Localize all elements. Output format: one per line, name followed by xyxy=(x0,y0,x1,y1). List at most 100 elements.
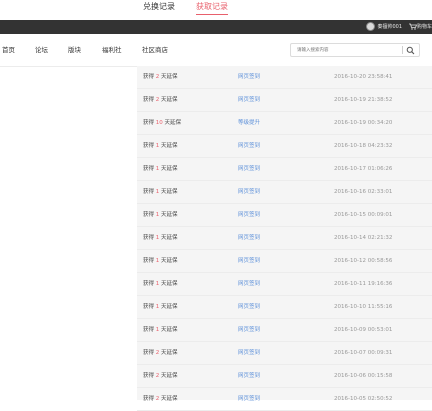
nav-forum[interactable]: 论坛 xyxy=(35,44,48,56)
reward-source-link[interactable]: 网页签到 xyxy=(238,142,260,150)
reward-suffix: 天延保 xyxy=(162,120,181,126)
cart-link[interactable]: 购物车 xyxy=(408,22,432,32)
search-icon[interactable] xyxy=(406,46,415,55)
reward-prefix: 获得 xyxy=(143,235,156,241)
reward-prefix: 获得 xyxy=(143,350,156,356)
reward-suffix: 天延保 xyxy=(159,189,178,195)
reward-source-link[interactable]: 网页签到 xyxy=(238,73,260,81)
reward-time: 2016-10-07 00:09:31 xyxy=(334,350,393,356)
reward-source-link[interactable]: 网页签到 xyxy=(238,395,260,403)
reward-text: 获得 1 天延保 xyxy=(143,303,178,311)
main-nav: 首页 论坛 版块 福利社 社区商店 xyxy=(0,34,432,67)
table-row: 获得 2 天延保 网页签到 2016-10-20 23:58:41 xyxy=(137,66,432,89)
reward-suffix: 天延保 xyxy=(159,258,178,264)
reward-suffix: 天延保 xyxy=(159,97,178,103)
table-row: 获得 2 天延保 网页签到 2016-10-07 00:09:31 xyxy=(137,342,432,365)
reward-source-link[interactable]: 网页签到 xyxy=(238,349,260,357)
table-row: 获得 1 天延保 网页签到 2016-10-15 00:09:01 xyxy=(137,204,432,227)
table-row: 获得 1 天延保 网页签到 2016-10-17 01:06:26 xyxy=(137,158,432,181)
table-row: 获得 1 天延保 网页签到 2016-10-12 00:58:56 xyxy=(137,250,432,273)
reward-suffix: 天延保 xyxy=(159,350,178,356)
reward-source-link[interactable]: 等级提升 xyxy=(238,119,260,127)
reward-source-link[interactable]: 网页签到 xyxy=(238,372,260,380)
reward-prefix: 获得 xyxy=(143,373,156,379)
reward-suffix: 天延保 xyxy=(159,212,178,218)
username: 秦擅帅001 xyxy=(377,24,402,30)
table-row: 获得 1 天延保 网页签到 2016-10-09 00:53:01 xyxy=(137,319,432,342)
avatar xyxy=(366,22,376,31)
reward-text: 获得 2 天延保 xyxy=(143,372,178,380)
tab-obtain-records[interactable]: 获取记录 xyxy=(196,1,228,15)
reward-text: 获得 1 天延保 xyxy=(143,257,178,265)
record-tabs: 兑换记录 获取记录 xyxy=(0,0,432,20)
reward-amount: 10 xyxy=(155,120,163,126)
reward-time: 2016-10-17 01:06:26 xyxy=(334,166,393,172)
table-row: 获得 1 天延保 网页签到 2016-10-14 02:21:32 xyxy=(137,227,432,250)
top-bar: 秦擅帅001 购物车 xyxy=(0,20,432,34)
table-row: 获得 1 天延保 网页签到 2016-10-16 02:33:01 xyxy=(137,181,432,204)
reward-source-link[interactable]: 网页签到 xyxy=(238,211,260,219)
table-row: 获得 1 天延保 网页签到 2016-10-11 19:16:36 xyxy=(137,273,432,296)
reward-text: 获得 1 天延保 xyxy=(143,142,178,150)
reward-source-link[interactable]: 网页签到 xyxy=(238,188,260,196)
table-row: 获得 10 天延保 等级提升 2016-10-19 00:34:20 xyxy=(137,112,432,135)
reward-time: 2016-10-19 21:38:52 xyxy=(334,97,393,103)
reward-text: 获得 1 天延保 xyxy=(143,211,178,219)
reward-time: 2016-10-05 02:50:52 xyxy=(334,396,393,402)
reward-prefix: 获得 xyxy=(143,327,156,333)
reward-source-link[interactable]: 网页签到 xyxy=(238,280,260,288)
table-row: 获得 1 天延保 网页签到 2016-10-10 11:55:16 xyxy=(137,296,432,319)
user-menu[interactable]: 秦擅帅001 xyxy=(366,22,402,32)
reward-text: 获得 2 天延保 xyxy=(143,73,178,81)
reward-time: 2016-10-06 00:15:58 xyxy=(334,373,393,379)
reward-time: 2016-10-20 23:58:41 xyxy=(334,74,393,80)
reward-prefix: 获得 xyxy=(143,281,156,287)
reward-time: 2016-10-12 00:58:56 xyxy=(334,258,393,264)
nav-store[interactable]: 社区商店 xyxy=(142,44,168,56)
reward-prefix: 获得 xyxy=(143,97,156,103)
reward-suffix: 天延保 xyxy=(159,327,178,333)
reward-text: 获得 2 天延保 xyxy=(143,96,178,104)
reward-prefix: 获得 xyxy=(143,166,156,172)
reward-source-link[interactable]: 网页签到 xyxy=(238,303,260,311)
reward-prefix: 获得 xyxy=(143,189,156,195)
reward-suffix: 天延保 xyxy=(159,143,178,149)
reward-time: 2016-10-15 00:09:01 xyxy=(334,212,393,218)
reward-prefix: 获得 xyxy=(143,120,156,126)
table-row: 获得 2 天延保 网页签到 2016-10-06 00:15:58 xyxy=(137,365,432,388)
tab-exchange-records[interactable]: 兑换记录 xyxy=(143,1,175,13)
reward-text: 获得 1 天延保 xyxy=(143,188,178,196)
nav-welfare[interactable]: 福利社 xyxy=(102,44,122,56)
reward-text: 获得 2 天延保 xyxy=(143,349,178,357)
reward-suffix: 天延保 xyxy=(159,396,178,402)
reward-text: 获得 2 天延保 xyxy=(143,395,178,403)
reward-time: 2016-10-11 19:16:36 xyxy=(334,281,393,287)
reward-source-link[interactable]: 网页签到 xyxy=(238,165,260,173)
reward-prefix: 获得 xyxy=(143,304,156,310)
cart-icon xyxy=(408,23,418,30)
reward-text: 获得 1 天延保 xyxy=(143,326,178,334)
reward-suffix: 天延保 xyxy=(159,304,178,310)
search-box xyxy=(290,43,420,57)
reward-source-link[interactable]: 网页签到 xyxy=(238,326,260,334)
reward-prefix: 获得 xyxy=(143,258,156,264)
reward-prefix: 获得 xyxy=(143,396,156,402)
reward-time: 2016-10-16 02:33:01 xyxy=(334,189,393,195)
reward-text: 获得 10 天延保 xyxy=(143,119,181,127)
reward-source-link[interactable]: 网页签到 xyxy=(238,234,260,242)
reward-source-link[interactable]: 网页签到 xyxy=(238,257,260,265)
reward-time: 2016-10-19 00:34:20 xyxy=(334,120,393,126)
reward-prefix: 获得 xyxy=(143,212,156,218)
reward-time: 2016-10-10 11:55:16 xyxy=(334,304,393,310)
reward-text: 获得 1 天延保 xyxy=(143,234,178,242)
nav-home[interactable]: 首页 xyxy=(2,44,15,56)
search-input[interactable] xyxy=(297,46,392,54)
reward-prefix: 获得 xyxy=(143,143,156,149)
search-divider xyxy=(402,46,403,54)
nav-section[interactable]: 版块 xyxy=(68,44,81,56)
reward-time: 2016-10-09 00:53:01 xyxy=(334,327,393,333)
reward-text: 获得 1 天延保 xyxy=(143,280,178,288)
reward-suffix: 天延保 xyxy=(159,281,178,287)
table-row: 获得 1 天延保 网页签到 2016-10-18 04:23:32 xyxy=(137,135,432,158)
reward-source-link[interactable]: 网页签到 xyxy=(238,96,260,104)
